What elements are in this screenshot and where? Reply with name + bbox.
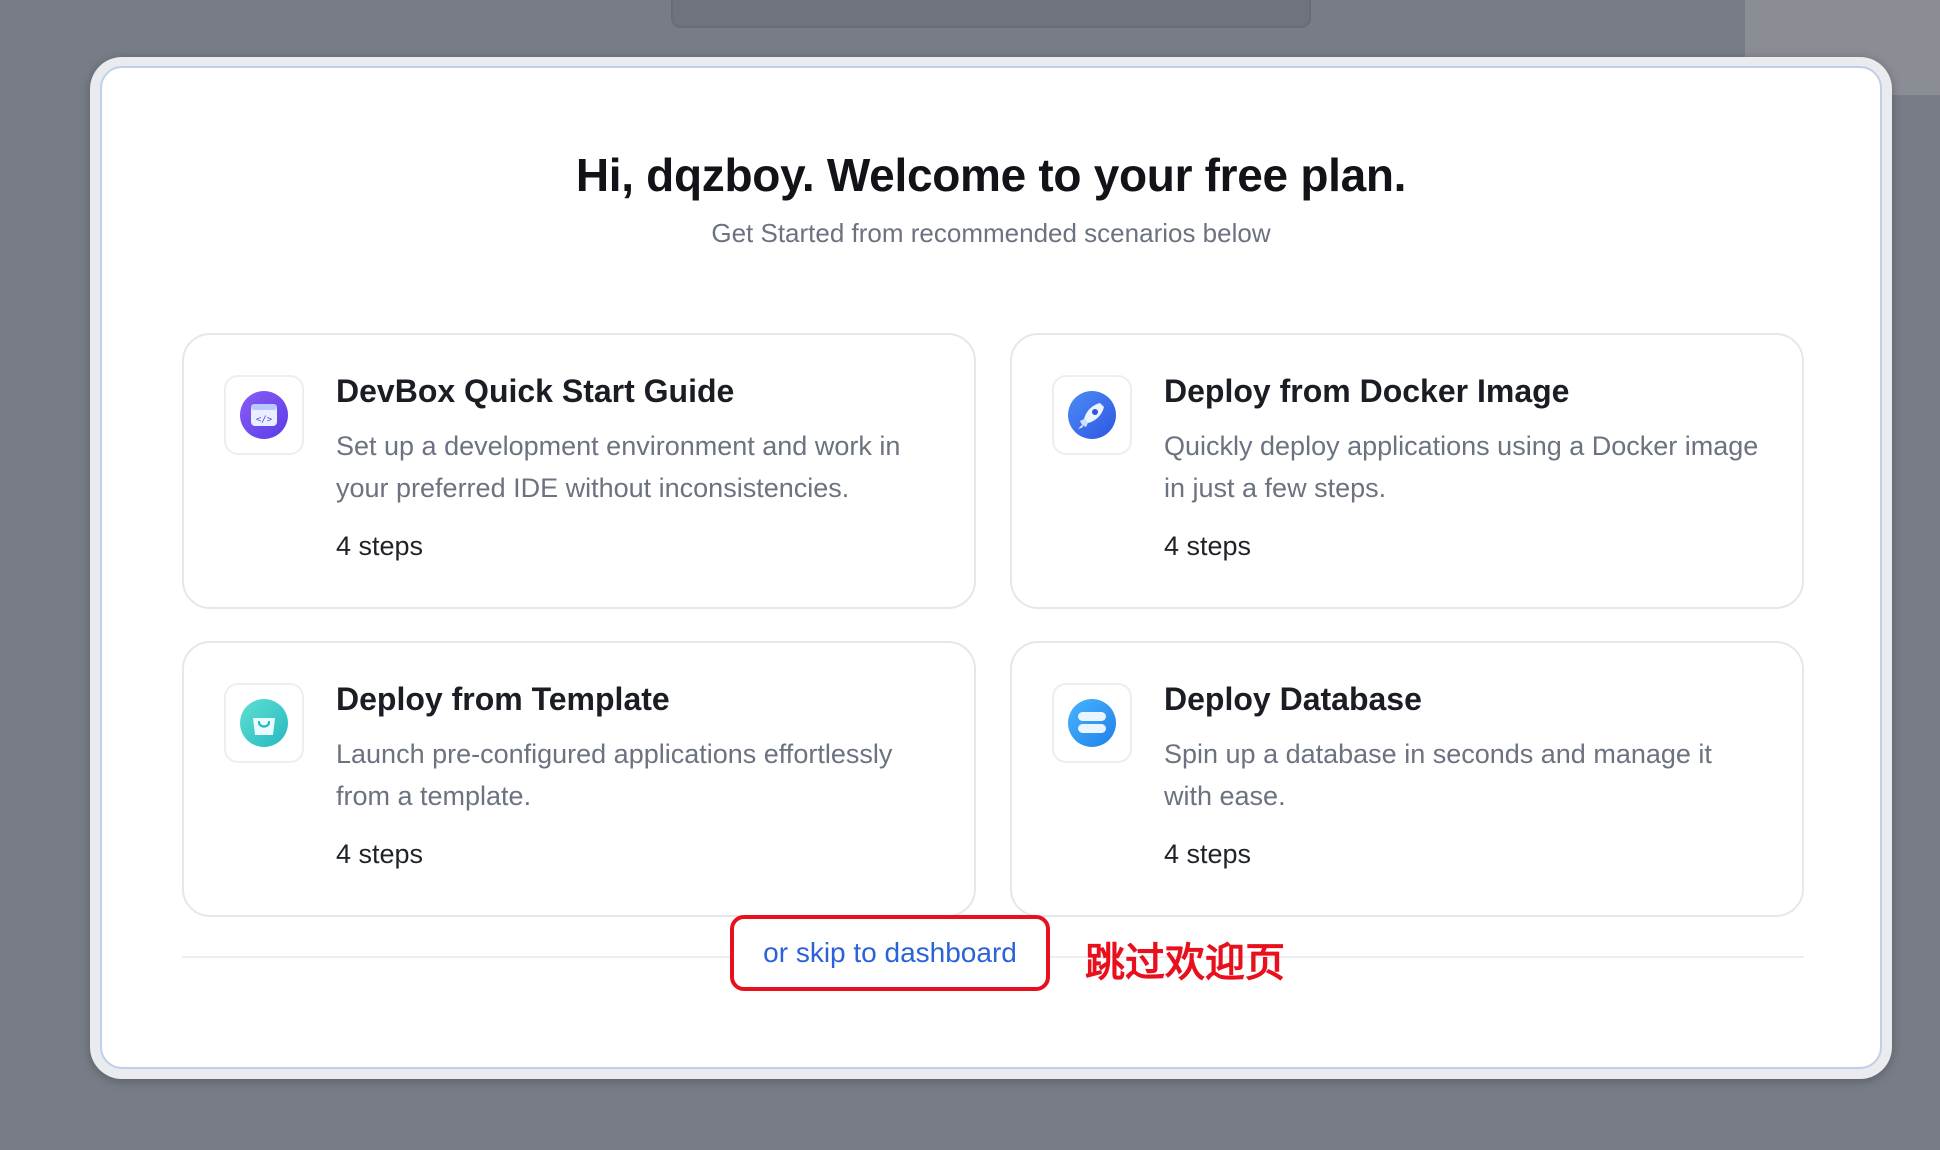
card-steps: 4 steps bbox=[336, 839, 424, 869]
card-steps: 4 steps bbox=[1164, 839, 1252, 869]
skip-to-dashboard-link[interactable]: or skip to dashboard bbox=[730, 915, 1050, 991]
shopping-bag-icon bbox=[224, 683, 304, 763]
card-description: Set up a development environment and wor… bbox=[336, 431, 901, 503]
rocket-icon bbox=[1052, 375, 1132, 455]
card-steps: 4 steps bbox=[336, 531, 424, 561]
card-title: Deploy from Template bbox=[336, 681, 670, 717]
card-deploy-docker-image[interactable]: Deploy from Docker Image Quickly deploy … bbox=[1010, 333, 1804, 609]
card-description: Quickly deploy applications using a Dock… bbox=[1164, 431, 1759, 503]
card-devbox-quick-start[interactable]: </> DevBox Quick Start Guide Set up a de… bbox=[182, 333, 976, 609]
annotation-label: 跳过欢迎页 bbox=[1085, 940, 1285, 986]
svg-text:</>: </> bbox=[256, 415, 273, 425]
card-deploy-template[interactable]: Deploy from Template Launch pre-configur… bbox=[182, 641, 976, 917]
background-search-bar bbox=[671, 0, 1311, 28]
card-title: Deploy Database bbox=[1164, 681, 1422, 717]
card-title: DevBox Quick Start Guide bbox=[336, 373, 735, 409]
card-deploy-database[interactable]: Deploy Database Spin up a database in se… bbox=[1010, 641, 1804, 917]
page-subtitle: Get Started from recommended scenarios b… bbox=[711, 218, 1271, 248]
page-title: Hi, dqzboy. Welcome to your free plan. bbox=[575, 149, 1407, 201]
card-description: Spin up a database in seconds and manage… bbox=[1164, 739, 1712, 811]
card-steps: 4 steps bbox=[1164, 531, 1252, 561]
database-icon bbox=[1052, 683, 1132, 763]
card-description: Launch pre-configured applications effor… bbox=[336, 739, 893, 811]
devbox-icon: </> bbox=[224, 375, 304, 455]
card-title: Deploy from Docker Image bbox=[1164, 373, 1570, 409]
